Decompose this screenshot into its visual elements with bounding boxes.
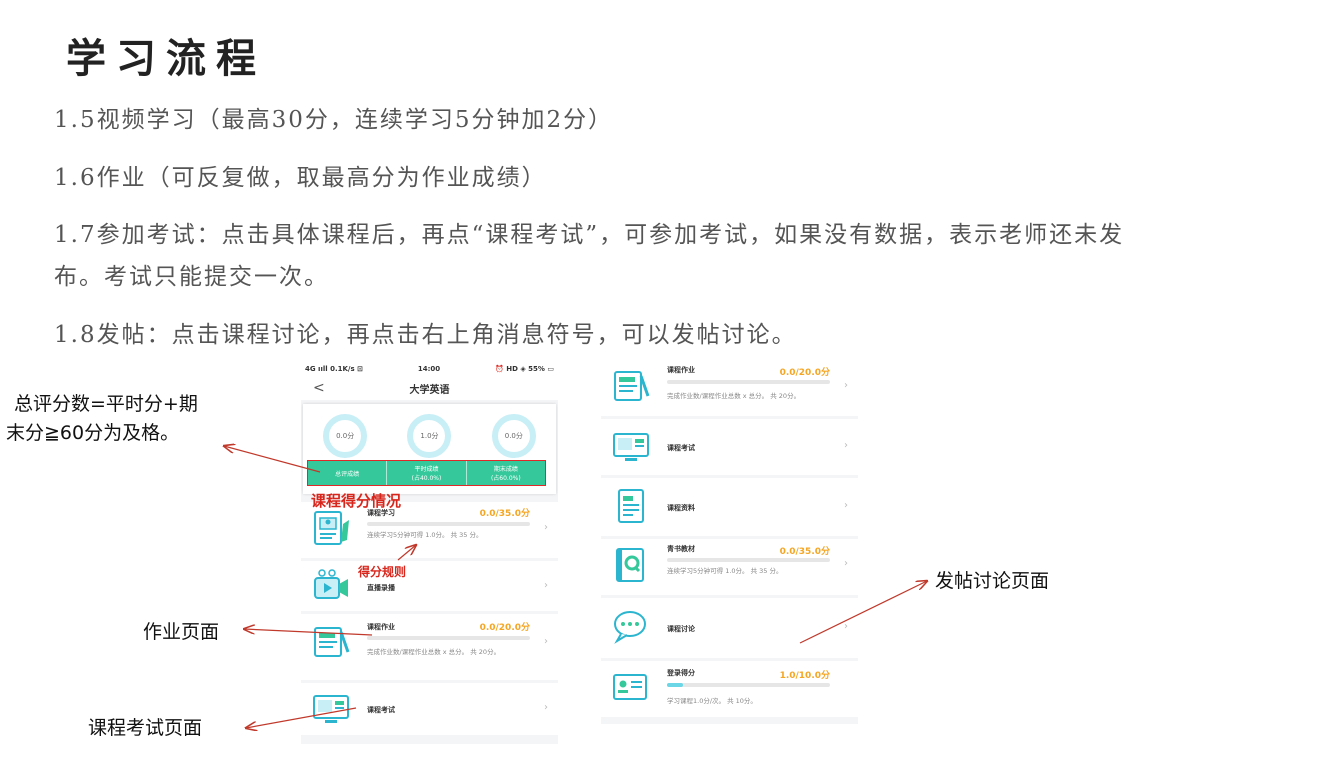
item-score: 0.0/20.0分 <box>479 623 530 633</box>
item-score: 0.0/20.0分 <box>779 368 830 378</box>
annotation-score-situation: 课程得分情况 <box>311 492 402 510</box>
item-score: 1.0/10.0分 <box>779 671 830 681</box>
item-progress <box>367 636 530 640</box>
item-name: 课程考试 <box>667 444 695 452</box>
status-bar: 4G ııll 0.1K/s ⊡ 14:00 ⏰ HD ◈ 55% ▭ <box>301 362 558 376</box>
chat-bubble-icon <box>614 611 646 644</box>
annotation-score-rules: 得分规则 <box>358 565 407 579</box>
tab-final-score[interactable]: 期末成绩 (占60.0%) <box>467 461 545 485</box>
list-item-materials[interactable]: 课程资料 › <box>601 478 858 536</box>
list-item-homework[interactable]: 课程作业 0.0/20.0分 完成作业数/课程作业总数 x 总分。 共 20分。… <box>601 362 858 416</box>
item-desc: 完成作业数/课程作业总数 x 总分。 共 20分。 <box>367 648 501 656</box>
list-item-exam[interactable]: 课程考试 › <box>301 683 558 735</box>
item-name: 青书教材 <box>667 545 695 553</box>
document-icon <box>618 489 644 523</box>
chevron-right-icon: › <box>844 380 848 391</box>
paragraph-exam-line1: 1.7参加考试：点击具体课程后，再点“课程考试”，可参加考试，如果没有数据，表示… <box>54 222 1125 248</box>
score-tabs: 总评成绩 平时成绩 (占40.0%) 期末成绩 (占60.0%) <box>307 460 546 486</box>
annotation-homework-page: 作业页面 <box>143 621 220 643</box>
item-name: 课程作业 <box>367 623 395 631</box>
item-score: 0.0/35.0分 <box>479 509 530 519</box>
course-title: 大学英语 <box>409 384 450 396</box>
tab-total-score[interactable]: 总评成绩 <box>308 461 388 485</box>
chevron-right-icon: › <box>844 440 848 451</box>
item-progress <box>367 522 530 526</box>
phone-screenshot-left: 4G ııll 0.1K/s ⊡ 14:00 ⏰ HD ◈ 55% ▭ < 大学… <box>301 362 558 744</box>
list-item-textbook[interactable]: 青书教材 0.0/35.0分 连续学习5分钟可得 1.0分。 共 35 分。 › <box>601 539 858 595</box>
list-item-login-score[interactable]: 登录得分 1.0/10.0分 学习课程1.0分/次。 共 10分。 <box>601 661 858 717</box>
list-item-discussion[interactable]: 课程讨论 › <box>601 598 858 658</box>
exam-monitor-icon <box>313 695 349 723</box>
annotation-total-score: 总评分数=平时分+期 末分≧60分为及格。 <box>6 393 198 444</box>
login-card-icon <box>613 674 647 700</box>
item-desc: 学习课程1.0分/次。 共 10分。 <box>667 697 757 705</box>
chevron-right-icon: › <box>844 500 848 511</box>
annotation-discussion-page: 发帖讨论页面 <box>935 570 1050 592</box>
paragraph-video: 1.5视频学习（最高30分，连续学习5分钟加2分） <box>54 107 614 133</box>
item-desc: 完成作业数/课程作业总数 x 总分。 共 20分。 <box>667 392 801 400</box>
item-name: 课程资料 <box>667 504 695 512</box>
phone-screenshot-right: 课程作业 0.0/20.0分 完成作业数/课程作业总数 x 总分。 共 20分。… <box>601 362 858 724</box>
item-name: 直播录播 <box>367 584 395 592</box>
item-name: 课程讨论 <box>667 625 695 633</box>
video-camera-icon <box>314 569 348 599</box>
item-score: 0.0/35.0分 <box>779 547 830 557</box>
annotation-exam-page: 课程考试页面 <box>88 717 203 739</box>
chevron-right-icon: › <box>544 636 548 647</box>
nav-bar: < 大学英语 <box>301 376 558 400</box>
exam-monitor-icon <box>613 433 649 461</box>
list-item-exam[interactable]: 课程考试 › <box>601 419 858 475</box>
score-ring-final: 0.0分 <box>491 414 536 458</box>
list-item-live[interactable]: 直播录播 › <box>301 561 558 611</box>
homework-scroll-icon <box>614 371 650 401</box>
item-desc: 连续学习5分钟可得 1.0分。 共 35 分。 <box>367 531 483 539</box>
chevron-right-icon: › <box>544 702 548 713</box>
chevron-right-icon: › <box>844 558 848 569</box>
score-card: 0.0分 1.0分 0.0分 总评成绩 平时成绩 (占40.0%) 期末成绩 (… <box>303 404 556 494</box>
item-name: 课程作业 <box>667 366 695 374</box>
status-time: 14:00 <box>417 365 441 373</box>
chevron-right-icon: › <box>544 522 548 533</box>
chevron-right-icon: › <box>844 621 848 632</box>
paragraph-homework: 1.6作业（可反复做，取最高分为作业成绩） <box>54 165 547 191</box>
textbook-icon <box>616 548 644 582</box>
chevron-left-icon[interactable]: < <box>313 380 325 396</box>
score-ring-total: 0.0分 <box>323 414 368 458</box>
paragraph-exam-line2: 布。考试只能提交一次。 <box>54 264 329 290</box>
item-desc: 连续学习5分钟可得 1.0分。 共 35 分。 <box>667 567 783 575</box>
video-book-icon <box>314 511 349 545</box>
homework-scroll-icon <box>314 627 350 657</box>
item-progress <box>667 558 830 562</box>
item-name: 登录得分 <box>667 669 695 677</box>
item-name: 课程考试 <box>367 706 395 714</box>
item-progress <box>667 683 830 687</box>
list-item-homework[interactable]: 课程作业 0.0/20.0分 完成作业数/课程作业总数 x 总分。 共 20分。… <box>301 614 558 680</box>
item-progress <box>667 380 830 384</box>
chevron-right-icon: › <box>544 580 548 591</box>
slide-title: 学习流程 <box>66 35 266 82</box>
status-right: ⏰ HD ◈ 55% ▭ <box>495 365 554 373</box>
tab-usual-score[interactable]: 平时成绩 (占40.0%) <box>387 461 467 485</box>
paragraph-post: 1.8发帖：点击课程讨论，再点击右上角消息符号，可以发帖讨论。 <box>54 322 797 348</box>
score-ring-usual: 1.0分 <box>407 414 452 458</box>
status-left: 4G ııll 0.1K/s ⊡ <box>305 365 363 373</box>
